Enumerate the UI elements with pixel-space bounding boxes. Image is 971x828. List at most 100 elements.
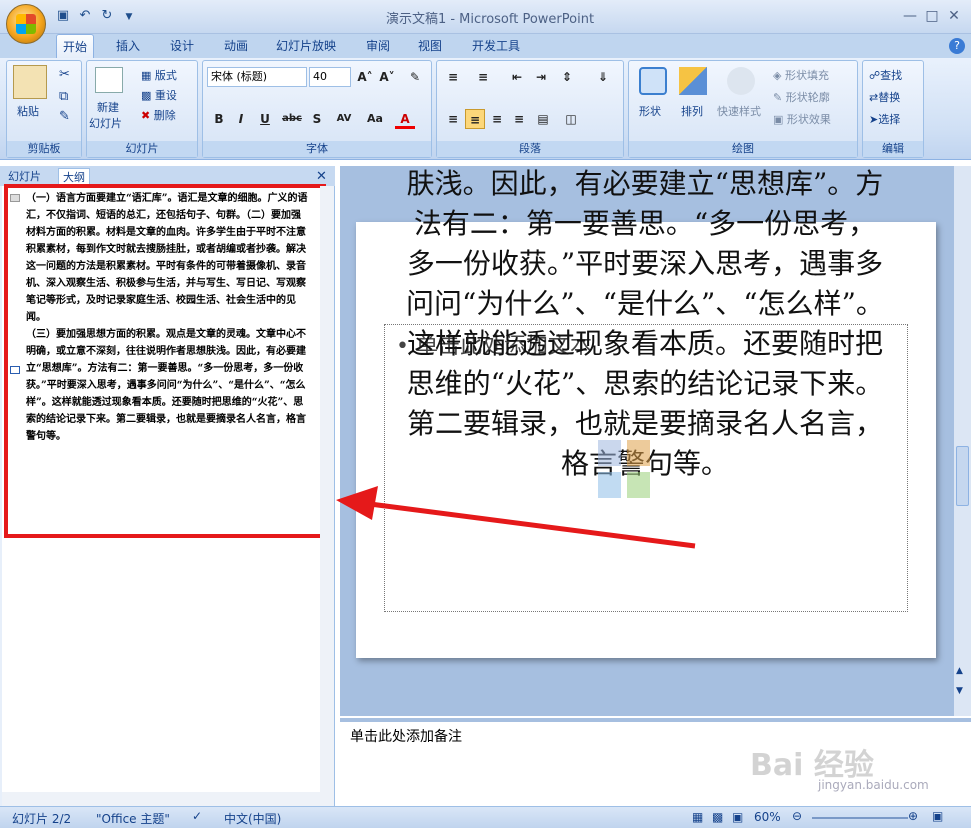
group-editing: ☍查找 ⇄替换 ➤选择 编辑 bbox=[862, 60, 924, 158]
tab-developer[interactable]: 开发工具 bbox=[466, 34, 526, 58]
quick-access-toolbar: ▣ ↶ ↻ ▼ bbox=[54, 8, 154, 26]
undo-icon[interactable]: ↶ bbox=[76, 8, 94, 24]
spellcheck-icon[interactable]: ✓ bbox=[192, 809, 202, 823]
copy-icon[interactable]: ⧉ bbox=[59, 89, 68, 104]
scroll-thumb[interactable] bbox=[956, 446, 969, 506]
shape-effects-button[interactable]: ▣ 形状效果 bbox=[773, 111, 831, 127]
numbering-icon[interactable]: ≡ bbox=[473, 67, 493, 87]
tab-review[interactable]: 审阅 bbox=[360, 34, 396, 58]
shape-outline-button[interactable]: ✎ 形状轮廓 bbox=[773, 89, 830, 105]
decrease-indent-icon[interactable]: ⇤ bbox=[507, 67, 527, 87]
format-painter-icon[interactable]: ✎ bbox=[59, 109, 70, 124]
text-direction-icon[interactable]: ⇓ bbox=[593, 67, 613, 87]
tab-home[interactable]: 开始 bbox=[56, 34, 95, 58]
arrow-shaft bbox=[369, 501, 696, 549]
tab-insert[interactable]: 插入 bbox=[110, 34, 146, 58]
layout-button[interactable]: ▦ 版式 bbox=[141, 67, 177, 83]
delete-button[interactable]: ✖ 删除 bbox=[141, 107, 176, 123]
annotation-arrow bbox=[336, 486, 696, 549]
notes-placeholder[interactable]: 单击此处添加备注 bbox=[350, 726, 462, 746]
cut-icon[interactable]: ✂ bbox=[59, 67, 70, 82]
close-button[interactable]: ✕ bbox=[940, 6, 968, 26]
distribute-icon[interactable]: ▤ bbox=[533, 109, 553, 129]
quick-styles-label[interactable]: 快速样式 bbox=[717, 103, 761, 119]
group-slides: 新建 幻灯片 ▦ 版式 ▩ 重设 ✖ 删除 幻灯片 bbox=[86, 60, 198, 158]
font-name-combo[interactable]: 宋体 (标题) bbox=[207, 67, 307, 87]
shapes-label[interactable]: 形状 bbox=[639, 103, 661, 119]
bold-button[interactable]: B bbox=[209, 109, 229, 129]
fit-window-icon[interactable]: ▣ bbox=[932, 809, 943, 823]
grow-font-icon[interactable]: A˄ bbox=[355, 67, 375, 87]
new-slide-icon[interactable] bbox=[95, 67, 123, 93]
customize-qat-icon[interactable]: ▼ bbox=[120, 9, 138, 25]
quick-styles-icon[interactable] bbox=[727, 67, 755, 95]
help-icon[interactable]: ? bbox=[949, 38, 965, 54]
shape-fill-button[interactable]: ◈ 形状填充 bbox=[773, 67, 829, 83]
reset-button[interactable]: ▩ 重设 bbox=[141, 87, 177, 103]
tab-design[interactable]: 设计 bbox=[164, 34, 200, 58]
slide-count: 幻灯片 2/2 bbox=[12, 812, 72, 826]
language[interactable]: 中文(中国) bbox=[224, 810, 281, 827]
slide-vertical-scrollbar[interactable]: ▲ ▼ bbox=[954, 166, 971, 716]
columns-icon[interactable]: ◫ bbox=[561, 109, 581, 129]
arrange-label[interactable]: 排列 bbox=[681, 103, 703, 119]
paste-label[interactable]: 粘贴 bbox=[17, 103, 39, 119]
baidu-url: jingyan.baidu.com bbox=[818, 778, 929, 792]
char-spacing-button[interactable]: AV bbox=[331, 109, 357, 129]
replace-button[interactable]: ⇄替换 bbox=[869, 89, 900, 105]
office-button[interactable] bbox=[6, 4, 46, 44]
office-logo-icon bbox=[16, 14, 36, 34]
group-clipboard: 粘贴 ✂ ⧉ ✎ 剪贴板 bbox=[6, 60, 82, 158]
strikethrough-button[interactable]: abc bbox=[279, 109, 305, 129]
justify-icon[interactable]: ≡ bbox=[509, 109, 529, 129]
shadow-button[interactable]: S bbox=[307, 109, 327, 129]
chart-icon[interactable] bbox=[627, 440, 650, 466]
font-color-button[interactable]: A bbox=[395, 109, 415, 129]
layout-icon: ▦ bbox=[141, 69, 155, 82]
normal-view-icon[interactable]: ▦ bbox=[692, 810, 703, 824]
new-slide-label[interactable]: 新建 bbox=[97, 99, 119, 115]
clear-format-icon[interactable]: ✎ bbox=[405, 67, 425, 87]
arrow-head bbox=[336, 486, 378, 520]
zoom-slider[interactable] bbox=[812, 817, 908, 819]
outline-horizontal-scrollbar[interactable] bbox=[2, 792, 334, 806]
paste-icon[interactable] bbox=[13, 65, 47, 99]
italic-button[interactable]: I bbox=[231, 109, 251, 129]
align-right-icon[interactable]: ≡ bbox=[487, 109, 507, 129]
select-button[interactable]: ➤选择 bbox=[869, 111, 900, 127]
slide-overflow-text[interactable]: 肤浅。因此，有必要建立“思想库”。方法有二：第一要善思。“多一份思考，多一份收获… bbox=[400, 164, 890, 484]
sorter-view-icon[interactable]: ▩ bbox=[712, 810, 723, 824]
prev-slide-icon[interactable]: ▲ bbox=[956, 666, 963, 676]
slideshow-view-icon[interactable]: ▣ bbox=[732, 810, 743, 824]
fill-icon: ◈ bbox=[773, 69, 785, 82]
increase-indent-icon[interactable]: ⇥ bbox=[531, 67, 551, 87]
group-paragraph: ≡ ≡ ⇤ ⇥ ⇕ ⇓ ≡ ≡ ≡ ≡ ▤ ◫ 段落 bbox=[436, 60, 624, 158]
next-slide-icon[interactable]: ▼ bbox=[956, 686, 963, 696]
save-icon[interactable]: ▣ bbox=[54, 8, 72, 24]
font-size-combo[interactable]: 40 bbox=[309, 67, 351, 87]
align-center-icon[interactable]: ≡ bbox=[465, 109, 485, 129]
zoom-out-icon[interactable]: ⊖ bbox=[792, 809, 802, 823]
arrange-icon[interactable] bbox=[679, 67, 707, 95]
underline-button[interactable]: U bbox=[255, 109, 275, 129]
find-button[interactable]: ☍查找 bbox=[869, 67, 902, 83]
tab-animation[interactable]: 动画 bbox=[218, 34, 254, 58]
zoom-level[interactable]: 60% bbox=[754, 810, 781, 824]
tab-slideshow[interactable]: 幻灯片放映 bbox=[270, 34, 342, 58]
new-slide-label2[interactable]: 幻灯片 bbox=[89, 115, 122, 131]
pane-tabs: 幻灯片 大纲 ✕ bbox=[0, 166, 335, 186]
change-case-button[interactable]: Aa bbox=[363, 109, 387, 129]
zoom-in-icon[interactable]: ⊕ bbox=[908, 809, 918, 823]
bullets-icon[interactable]: ≡ bbox=[443, 67, 463, 87]
tab-view[interactable]: 视图 bbox=[412, 34, 448, 58]
shapes-icon[interactable] bbox=[639, 67, 667, 95]
editing-group-label: 编辑 bbox=[863, 141, 923, 157]
shrink-font-icon[interactable]: A˅ bbox=[377, 67, 397, 87]
redo-icon[interactable]: ↻ bbox=[98, 8, 116, 24]
reset-icon: ▩ bbox=[141, 89, 155, 102]
align-left-icon[interactable]: ≡ bbox=[443, 109, 463, 129]
group-font: 宋体 (标题) 40 A˄ A˅ ✎ B I U abc S AV Aa A 字… bbox=[202, 60, 432, 158]
line-spacing-icon[interactable]: ⇕ bbox=[557, 67, 577, 87]
table-icon[interactable] bbox=[598, 440, 621, 466]
status-bar: 幻灯片 2/2 "Office 主题" ✓ 中文(中国) ▦ ▩ ▣ 60% ⊖… bbox=[0, 806, 971, 828]
